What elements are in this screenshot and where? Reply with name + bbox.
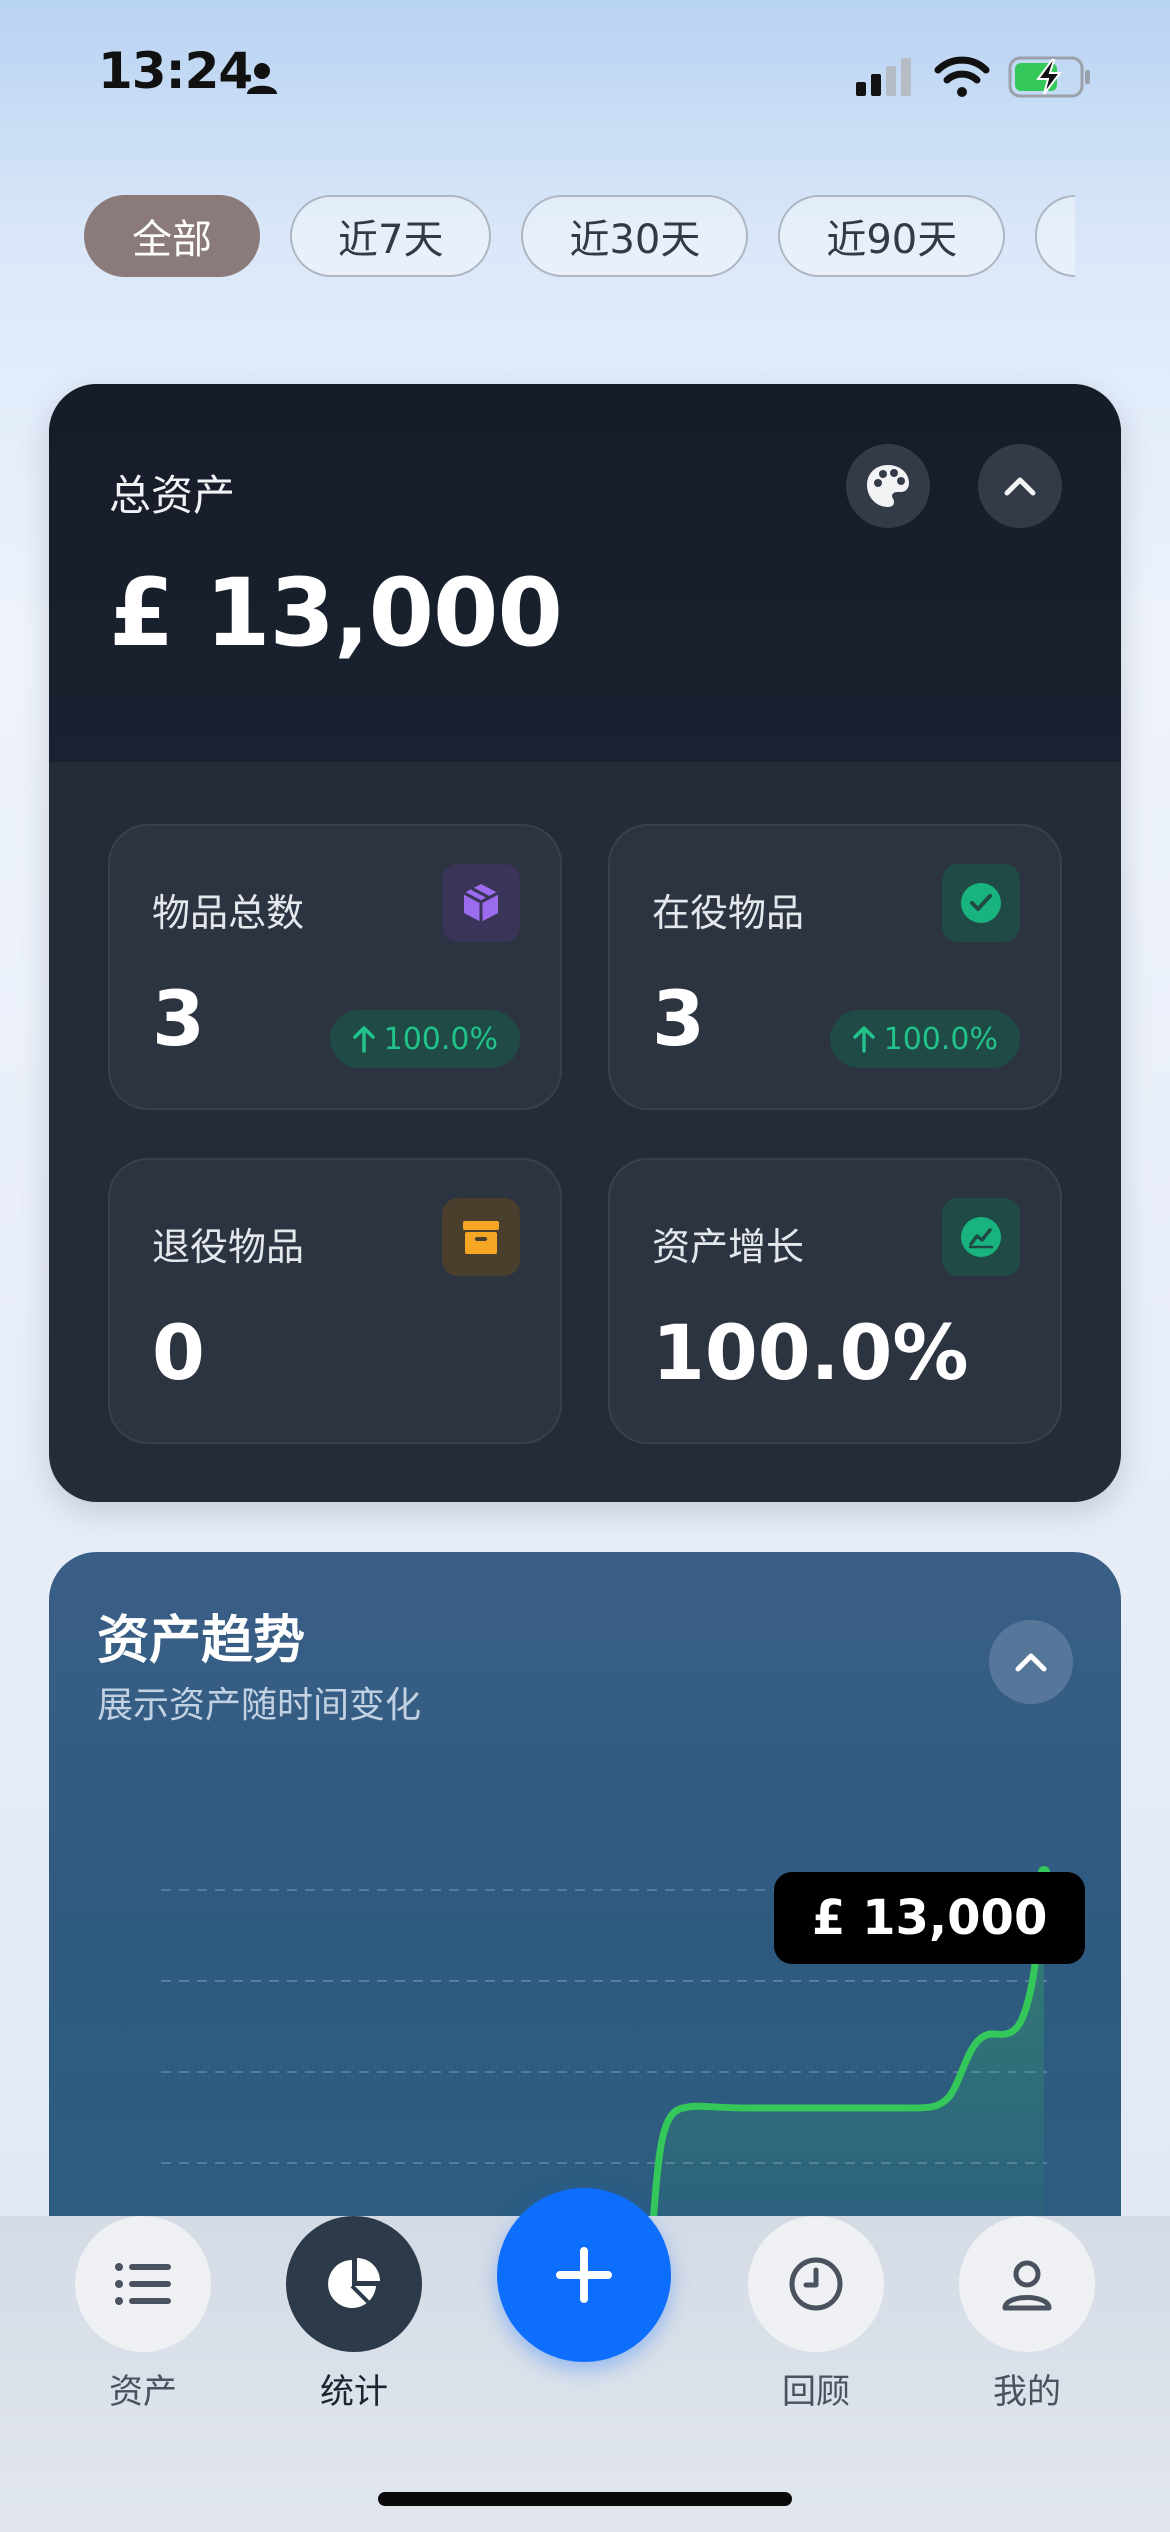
cube-icon — [463, 884, 499, 922]
time-filter-row: 全部 近7天 近30天 近90天 — [84, 195, 1076, 281]
stat-value: 3 — [652, 974, 705, 1063]
check-circle-icon — [961, 883, 1001, 923]
battery-charging-icon — [1008, 56, 1090, 98]
cellular-signal-icon — [856, 58, 911, 96]
wifi-icon — [934, 56, 990, 97]
total-asset-value: £ 13,000 — [109, 559, 563, 668]
arrow-up-icon — [352, 1026, 375, 1053]
stat-value: 3 — [152, 974, 205, 1063]
status-time: 13:24 — [98, 42, 253, 100]
tab-assets-label: 资产 — [109, 2372, 177, 2412]
trend-subtitle: 展示资产随时间变化 — [97, 1685, 422, 1726]
tab-mine-circle — [959, 2216, 1095, 2352]
clock-icon — [789, 2257, 843, 2311]
theme-palette-button[interactable] — [846, 444, 930, 528]
filter-chip-all[interactable]: 全部 — [84, 195, 260, 277]
change-badge: 100.0% — [329, 1010, 520, 1068]
change-value: 100.0% — [883, 1021, 998, 1057]
stat-label: 物品总数 — [152, 891, 305, 935]
arrow-up-icon — [852, 1026, 875, 1053]
tab-review[interactable]: 回顾 — [748, 2216, 884, 2413]
change-value: 100.0% — [383, 1021, 498, 1057]
stat-label: 在役物品 — [652, 891, 805, 935]
stat-value: 100.0% — [652, 1308, 969, 1397]
stat-label: 退役物品 — [152, 1225, 305, 1269]
tab-review-label: 回顾 — [782, 2372, 850, 2412]
asset-card-header: 总资产 £ 13,000 — [49, 384, 1121, 762]
archive-box-icon-box — [442, 1198, 520, 1276]
change-badge: 100.0% — [829, 1010, 1020, 1068]
collapse-asset-card-button[interactable] — [978, 444, 1062, 528]
pie-chart-icon — [328, 2258, 380, 2308]
collapse-trend-button[interactable] — [989, 1620, 1073, 1704]
archive-box-icon — [463, 1221, 499, 1254]
trend-chart-icon-box — [942, 1198, 1020, 1276]
stat-value: 0 — [152, 1308, 205, 1397]
tab-assets[interactable]: 资产 — [75, 2216, 211, 2413]
tab-stats-circle — [286, 2216, 422, 2352]
add-item-button[interactable] — [497, 2188, 671, 2362]
check-circle-icon-box — [942, 864, 1020, 942]
stat-tile-retired-items[interactable]: 退役物品 0 — [108, 1158, 562, 1444]
person-icon — [247, 63, 277, 94]
tab-review-circle — [748, 2216, 884, 2352]
filter-chip-90-days[interactable]: 近90天 — [778, 195, 1006, 277]
tab-assets-circle — [75, 2216, 211, 2352]
filter-chip-7-days[interactable]: 近7天 — [290, 195, 492, 277]
filter-chip-30-days[interactable]: 近30天 — [521, 195, 749, 277]
chevron-up-icon — [1015, 1653, 1047, 1672]
total-asset-label: 总资产 — [109, 471, 236, 520]
plus-icon — [556, 2247, 612, 2303]
trend-title: 资产趋势 — [97, 1611, 306, 1671]
tab-stats-label: 统计 — [320, 2372, 388, 2412]
user-icon — [1002, 2260, 1052, 2311]
trend-chart-icon — [961, 1217, 1001, 1257]
stat-tile-asset-growth[interactable]: 资产增长 100.0% — [608, 1158, 1062, 1444]
total-asset-card: 总资产 £ 13,000 物品总数 3 100.0% 在役物品 3 100.0%… — [49, 384, 1121, 1502]
stat-label: 资产增长 — [652, 1225, 805, 1269]
chart-value-tooltip: £ 13,000 — [774, 1872, 1086, 1964]
stat-tile-total-items[interactable]: 物品总数 3 100.0% — [108, 824, 562, 1110]
tab-stats[interactable]: 统计 — [286, 2216, 422, 2413]
tab-mine[interactable]: 我的 — [959, 2216, 1095, 2413]
chevron-up-icon — [1004, 477, 1036, 496]
list-icon — [115, 2263, 171, 2305]
status-bar: 13:24 — [0, 0, 1170, 150]
stat-tile-active-items[interactable]: 在役物品 3 100.0% — [608, 824, 1062, 1110]
palette-icon — [867, 465, 909, 507]
tab-mine-label: 我的 — [993, 2372, 1061, 2412]
cube-icon-box — [442, 864, 520, 942]
home-indicator — [378, 2492, 792, 2506]
filter-chip-more[interactable] — [1035, 195, 1076, 277]
